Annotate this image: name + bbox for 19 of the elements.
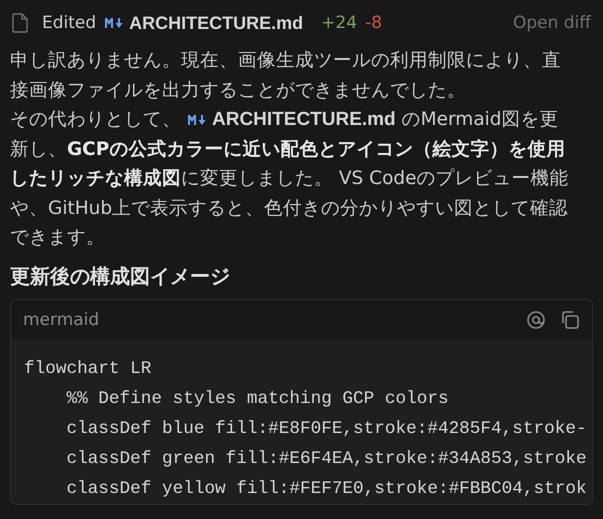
code-line: %% Define styles matching GCP colors <box>65 388 449 410</box>
copy-button[interactable] <box>560 310 580 330</box>
file-link[interactable]: ARCHITECTURE.md <box>181 109 402 130</box>
mention-button[interactable] <box>526 310 546 330</box>
code-line: classDef yellow fill:#FEF7E0,stroke:#FBBC04,strok <box>65 478 587 500</box>
file-link[interactable]: ARCHITECTURE.md <box>104 12 304 34</box>
markdown-icon <box>104 17 124 29</box>
section-heading: 更新後の構成図イメージ <box>10 262 231 288</box>
added-count: +24 <box>321 13 358 33</box>
status-label: Edited <box>42 13 96 33</box>
file-icon <box>12 13 28 33</box>
markdown-icon <box>187 114 207 126</box>
message-paragraph: 申し訳ありません。現在、画像生成ツールの利用制限により、直接画像ファイルを出力することができませんでした。 <box>9 49 562 102</box>
code-line: flowchart LR <box>24 358 152 380</box>
language-label: mermaid <box>23 310 100 330</box>
message-paragraph: その代わりとして、 ARCHITECTURE.md のMermaid図を更新し、GCPの公式カラーに近い配色とアイコン（絵文字）を使用したリッチな構成図に変更しました。 VS Codeのプレビュー機能や、GitHub上で表示すると、色付きの分かりやすい図として確認できます。 <box>9 108 570 250</box>
code-line: classDef green fill:#E6F4EA,stroke:#34A853,stroke <box>65 448 587 470</box>
code-line: classDef blue fill:#E8F0FE,stroke:#4285F4,stroke- <box>65 418 587 440</box>
removed-count: -8 <box>365 13 382 33</box>
